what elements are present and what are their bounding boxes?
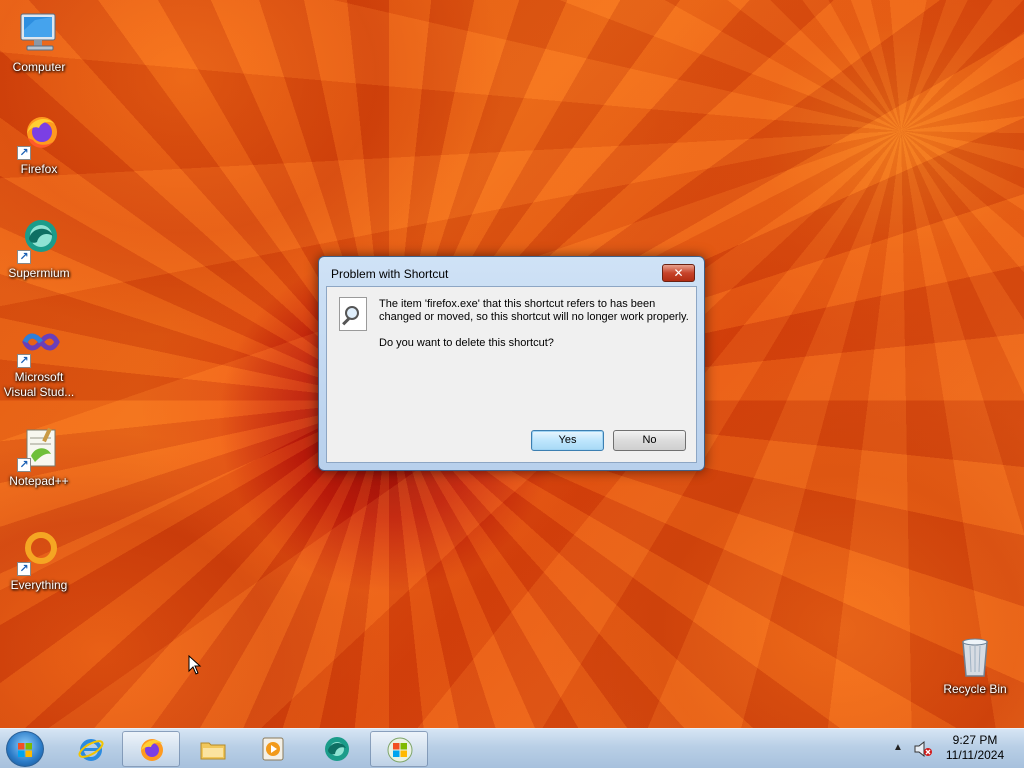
dialog-content: The item 'firefox.exe' that this shortcu… — [326, 286, 697, 463]
desktop-icon-label: Supermium — [8, 266, 70, 280]
taskbar-supermium[interactable] — [308, 731, 366, 767]
everything-icon: ↗ — [15, 528, 63, 576]
desktop-icon-recycle-bin[interactable]: Recycle Bin — [937, 632, 1013, 697]
recycle-bin-icon — [951, 632, 999, 680]
firefox-icon: ↗ — [15, 112, 63, 160]
windows-logo-icon — [387, 737, 413, 763]
shortcut-arrow-icon: ↗ — [17, 354, 31, 368]
close-button[interactable]: ✕ — [662, 264, 695, 282]
taskbar-firefox[interactable] — [122, 731, 180, 767]
desktop-icon-computer[interactable]: Computer — [1, 10, 77, 75]
mouse-cursor-icon — [188, 655, 202, 675]
media-player-icon — [262, 737, 284, 761]
desktop-icon-notepadpp[interactable]: ↗ Notepad++ — [1, 424, 77, 489]
firefox-icon — [141, 739, 163, 761]
dialog-title: Problem with Shortcut — [331, 267, 449, 281]
shortcut-arrow-icon: ↗ — [17, 146, 31, 160]
problem-with-shortcut-dialog: Problem with Shortcut ✕ The item 'firefo… — [318, 256, 705, 471]
shortcut-arrow-icon: ↗ — [17, 250, 31, 264]
desktop-icon-label: Recycle Bin — [943, 682, 1007, 696]
desktop-icon-label: Everything — [10, 578, 68, 592]
no-button[interactable]: No — [613, 430, 686, 451]
supermium-icon — [325, 737, 349, 761]
shortcut-arrow-icon: ↗ — [17, 458, 31, 472]
show-hidden-icons-button[interactable]: ▲ — [893, 742, 903, 753]
computer-icon — [15, 10, 63, 58]
yes-button[interactable]: Yes — [531, 430, 604, 451]
taskbar-windows-app[interactable] — [370, 731, 428, 767]
desktop-icon-label: Microsoft Visual Stud... — [3, 370, 75, 399]
clock-date: 11/11/2024 — [945, 748, 1005, 762]
desktop-icon-supermium[interactable]: ↗ Supermium — [1, 216, 77, 281]
speaker-muted-icon[interactable] — [913, 740, 933, 758]
supermium-icon: ↗ — [15, 216, 63, 264]
desktop-icon-visual-studio[interactable]: ↗ Microsoft Visual Stud... — [1, 320, 77, 400]
taskbar-internet-explorer[interactable] — [62, 731, 120, 767]
taskbar: ▲ 9:27 PM 11/11/2024 — [0, 728, 1024, 768]
shortcut-arrow-icon: ↗ — [17, 562, 31, 576]
desktop-icon-label: Computer — [12, 60, 66, 74]
desktop-icon-label: Notepad++ — [9, 474, 69, 488]
search-document-icon — [339, 297, 367, 331]
dialog-message: The item 'firefox.exe' that this shortcu… — [379, 298, 689, 323]
notepadpp-icon: ↗ — [15, 424, 63, 472]
dialog-question: Do you want to delete this shortcut? — [379, 337, 554, 349]
start-button[interactable] — [6, 731, 44, 767]
folder-icon — [200, 742, 226, 760]
clock-time: 9:27 PM — [952, 733, 998, 747]
taskbar-media-player[interactable] — [244, 731, 302, 767]
desktop-icon-firefox[interactable]: ↗ Firefox — [1, 112, 77, 177]
windows-logo-icon — [18, 743, 32, 757]
internet-explorer-icon — [78, 739, 104, 761]
desktop-icon-everything[interactable]: ↗ Everything — [1, 528, 77, 593]
system-clock[interactable]: 9:27 PM 11/11/2024 — [940, 733, 1010, 763]
desktop-icon-label: Firefox — [20, 162, 58, 176]
taskbar-windows-explorer[interactable] — [184, 731, 242, 767]
visual-studio-icon: ↗ — [15, 320, 63, 368]
